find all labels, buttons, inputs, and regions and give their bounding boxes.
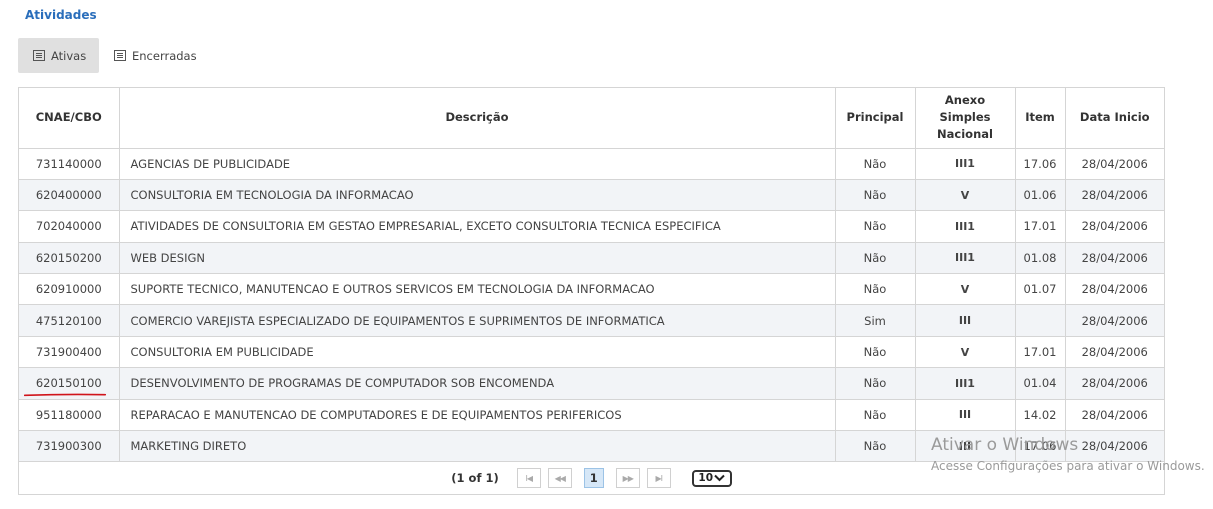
list-icon [114, 50, 126, 61]
last-page-button[interactable]: ▶I [646, 468, 671, 488]
table-row[interactable]: 731140000 AGENCIAS DE PUBLICIDADE Não II… [19, 148, 1164, 180]
cell-principal: Não [835, 179, 916, 212]
table-header-row: CNAE/CBO Descrição Principal Anexo Simpl… [19, 88, 1164, 149]
cell-item: 17.01 [1015, 210, 1066, 243]
column-header-data-inicio[interactable]: Data Inicio [1065, 88, 1164, 149]
rows-per-page-value: 10 [698, 472, 714, 484]
cell-anexo: III1 [915, 242, 1016, 275]
cell-item: 17.06 [1015, 430, 1066, 463]
cell-principal: Não [835, 336, 916, 369]
cell-anexo: III1 [915, 210, 1016, 243]
cell-item: 17.06 [1015, 148, 1066, 180]
cell-principal: Não [835, 210, 916, 243]
cell-date: 28/04/2006 [1065, 304, 1164, 337]
rows-per-page-select[interactable]: 10 [691, 469, 732, 487]
tab-ativas[interactable]: Ativas [18, 38, 99, 73]
prev-page-button[interactable]: ◀◀ [547, 468, 572, 488]
cell-description: SUPORTE TECNICO, MANUTENCAO E OUTROS SER… [119, 273, 836, 306]
cell-principal: Não [835, 430, 916, 463]
cell-code: 702040000 [19, 210, 120, 243]
column-header-cnae[interactable]: CNAE/CBO [19, 88, 120, 149]
cell-description: CONSULTORIA EM TECNOLOGIA DA INFORMACAO [119, 179, 836, 212]
cell-date: 28/04/2006 [1065, 242, 1164, 275]
cell-code: 620910000 [19, 273, 120, 306]
section-title: Atividades [25, 8, 97, 22]
cell-code: 951180000 [19, 399, 120, 432]
column-header-descricao[interactable]: Descrição [119, 88, 836, 149]
cell-date: 28/04/2006 [1065, 430, 1164, 463]
cell-item [1015, 304, 1066, 337]
cell-anexo: V [915, 273, 1016, 306]
page-button-1[interactable]: 1 [583, 468, 604, 488]
table-row[interactable]: 620400000 CONSULTORIA EM TECNOLOGIA DA I… [19, 179, 1164, 212]
cell-code: 620150100 [19, 367, 120, 400]
cell-date: 28/04/2006 [1065, 273, 1164, 306]
highlighted-code: 620150100 [23, 376, 106, 397]
column-header-item[interactable]: Item [1015, 88, 1066, 149]
chevron-down-icon [714, 474, 725, 482]
cell-description: COMERCIO VAREJISTA ESPECIALIZADO DE EQUI… [119, 304, 836, 337]
cell-principal: Não [835, 273, 916, 306]
paginator: (1 of 1) I◀ ◀◀ 1 ▶▶ ▶I 10 [18, 461, 1165, 495]
cell-item: 17.01 [1015, 336, 1066, 369]
cell-description: ATIVIDADES DE CONSULTORIA EM GESTAO EMPR… [119, 210, 836, 243]
table-row[interactable]: 951180000 REPARACAO E MANUTENCAO DE COMP… [19, 399, 1164, 432]
cell-anexo: III [915, 399, 1016, 432]
table-row[interactable]: 731900400 CONSULTORIA EM PUBLICIDADE Não… [19, 336, 1164, 369]
page-count: (1 of 1) [451, 471, 499, 485]
cell-code-text: 620150100 [35, 376, 102, 391]
next-page-button[interactable]: ▶▶ [615, 468, 640, 488]
tab-encerradas[interactable]: Encerradas [99, 38, 211, 73]
cell-item: 01.08 [1015, 242, 1066, 275]
cell-code: 475120100 [19, 304, 120, 337]
tab-encerradas-label: Encerradas [132, 48, 197, 63]
cell-date: 28/04/2006 [1065, 148, 1164, 180]
cell-anexo: III1 [915, 148, 1016, 180]
table-row[interactable]: 620150200 WEB DESIGN Não III1 01.08 28/0… [19, 242, 1164, 275]
cell-description: WEB DESIGN [119, 242, 836, 275]
list-icon [33, 50, 45, 61]
cell-description: AGENCIAS DE PUBLICIDADE [119, 148, 836, 180]
first-page-button[interactable]: I◀ [516, 468, 541, 488]
cell-anexo: III [915, 304, 1016, 337]
cell-anexo: V [915, 179, 1016, 212]
cell-principal: Não [835, 367, 916, 400]
cell-principal: Sim [835, 304, 916, 337]
tab-ativas-label: Ativas [51, 48, 87, 63]
cell-item: 01.06 [1015, 179, 1066, 212]
cell-code: 620400000 [19, 179, 120, 212]
cell-anexo: V [915, 336, 1016, 369]
table-row[interactable]: 475120100 COMERCIO VAREJISTA ESPECIALIZA… [19, 304, 1164, 337]
cell-code: 731900400 [19, 336, 120, 369]
cell-item: 01.07 [1015, 273, 1066, 306]
cell-anexo: III1 [915, 367, 1016, 400]
table-row[interactable]: 620150100 DESENVOLVIMENTO DE PROGRAMAS D… [19, 367, 1164, 400]
cell-date: 28/04/2006 [1065, 179, 1164, 212]
table-row[interactable]: 731900300 MARKETING DIRETO Não III 17.06… [19, 430, 1164, 463]
cell-anexo: III [915, 430, 1016, 463]
cell-description: DESENVOLVIMENTO DE PROGRAMAS DE COMPUTAD… [119, 367, 836, 400]
cell-description: CONSULTORIA EM PUBLICIDADE [119, 336, 836, 369]
cell-date: 28/04/2006 [1065, 336, 1164, 369]
table-row[interactable]: 620910000 SUPORTE TECNICO, MANUTENCAO E … [19, 273, 1164, 306]
cell-description: MARKETING DIRETO [119, 430, 836, 463]
cell-principal: Não [835, 148, 916, 180]
activities-table: CNAE/CBO Descrição Principal Anexo Simpl… [18, 87, 1165, 463]
red-underline-annotation [23, 394, 106, 397]
cell-date: 28/04/2006 [1065, 210, 1164, 243]
cell-code: 731900300 [19, 430, 120, 463]
cell-principal: Não [835, 242, 916, 275]
cell-code: 731140000 [19, 148, 120, 180]
cell-description: REPARACAO E MANUTENCAO DE COMPUTADORES E… [119, 399, 836, 432]
cell-date: 28/04/2006 [1065, 399, 1164, 432]
cell-date: 28/04/2006 [1065, 367, 1164, 400]
cell-code: 620150200 [19, 242, 120, 275]
cell-principal: Não [835, 399, 916, 432]
cell-item: 14.02 [1015, 399, 1066, 432]
tab-bar: Ativas Encerradas [18, 38, 211, 73]
cell-item: 01.04 [1015, 367, 1066, 400]
column-header-principal[interactable]: Principal [835, 88, 916, 149]
column-header-anexo[interactable]: Anexo Simples Nacional [915, 88, 1016, 149]
table-row[interactable]: 702040000 ATIVIDADES DE CONSULTORIA EM G… [19, 210, 1164, 243]
